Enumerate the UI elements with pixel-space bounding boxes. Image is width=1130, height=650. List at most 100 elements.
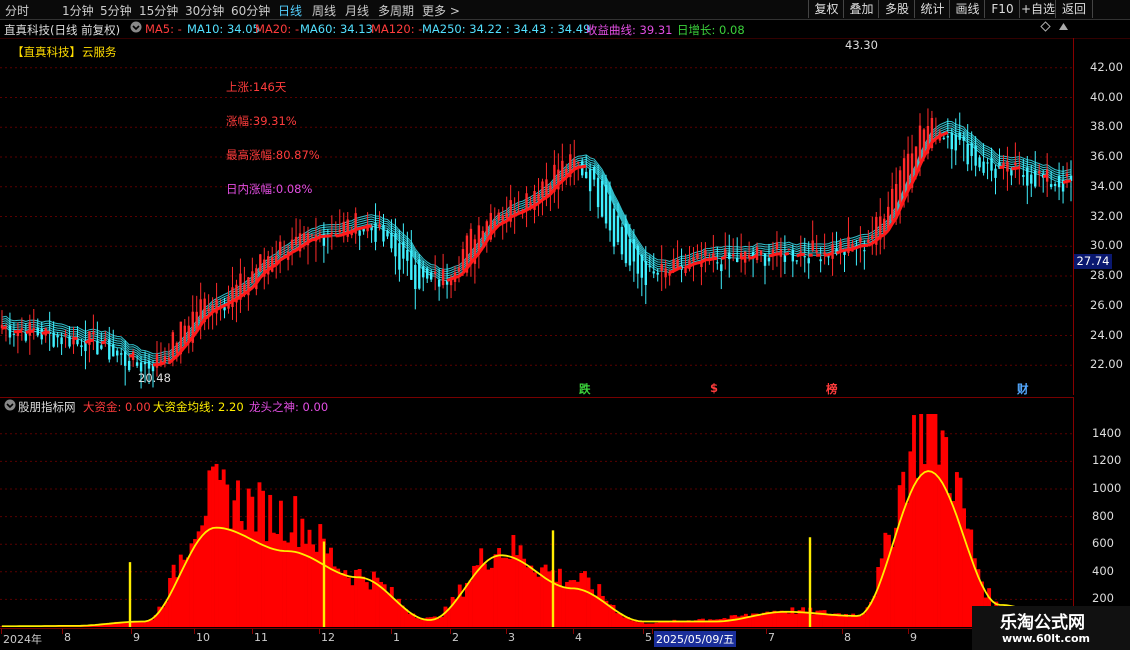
button-diejia[interactable]: 叠加 xyxy=(843,0,879,18)
candle-body xyxy=(80,345,83,348)
period-5min[interactable]: 5分钟 xyxy=(100,2,132,19)
candle-body xyxy=(958,132,961,140)
period-60min[interactable]: 60分钟 xyxy=(231,2,270,19)
period-weekly[interactable]: 周线 xyxy=(312,2,336,19)
diamond-icon[interactable] xyxy=(1040,21,1051,35)
period-daily[interactable]: 日线 xyxy=(278,2,302,19)
candle-body xyxy=(676,259,679,268)
price-tick-label: 38.00 xyxy=(1090,119,1123,134)
candle-body xyxy=(704,250,707,256)
big-fund-bar xyxy=(207,470,212,627)
ma5-value: MA5: - xyxy=(145,22,182,36)
big-fund-avg-value: 大资金均线: 2.20 xyxy=(153,400,244,414)
candle-body xyxy=(290,239,294,250)
marker-bang[interactable]: 榜 xyxy=(826,381,838,397)
candle-body xyxy=(672,259,675,270)
candle-body xyxy=(108,339,111,360)
candle-body xyxy=(660,264,663,271)
candle-body xyxy=(457,267,461,272)
marker-die[interactable]: 跌 xyxy=(579,381,591,397)
big-fund-bar xyxy=(940,430,945,627)
period-multi[interactable]: 多周期 xyxy=(378,2,414,19)
candle-body xyxy=(962,136,965,141)
candle-body xyxy=(330,232,334,235)
candle-body xyxy=(12,333,16,335)
ma-rising-segment xyxy=(1,131,1072,367)
indicator-name[interactable]: 股朋指标网 xyxy=(18,399,76,415)
big-fund-bar xyxy=(264,541,269,627)
candle-body xyxy=(887,206,890,229)
period-15min[interactable]: 15分钟 xyxy=(139,2,178,19)
big-fund-bar xyxy=(228,528,233,627)
big-fund-bar xyxy=(768,612,773,627)
candle-body xyxy=(692,257,695,262)
big-fund-bar xyxy=(218,479,223,627)
price-chart[interactable] xyxy=(0,38,1073,395)
candle-body xyxy=(120,353,123,355)
big-fund-bar xyxy=(586,577,591,627)
candle-body xyxy=(648,266,651,268)
candle-body xyxy=(819,259,822,262)
big-fund-bar xyxy=(718,619,723,627)
candle-body xyxy=(171,332,175,357)
marker-dollar[interactable]: $ xyxy=(710,381,718,395)
indicator-tick-label: 600 xyxy=(1092,536,1114,551)
button-add-favorite[interactable]: +自选 xyxy=(1019,0,1056,18)
cloud-service-link[interactable]: 云服务 xyxy=(82,44,117,60)
big-fund-bar xyxy=(937,464,941,627)
candle-body xyxy=(1049,184,1053,187)
candle-body xyxy=(1014,162,1017,166)
big-fund-bar xyxy=(497,548,502,627)
big-fund-bar xyxy=(668,622,673,627)
indicator-tick-label: 1200 xyxy=(1092,453,1122,468)
low-price-label: 20.48 xyxy=(138,371,171,385)
big-fund-bar xyxy=(597,584,602,627)
candle-body xyxy=(338,229,341,233)
cloud-stock-name[interactable]: 【直真科技】 xyxy=(12,44,81,60)
candle-body xyxy=(1030,174,1033,184)
settings-toggle-icon[interactable] xyxy=(130,21,142,36)
candle-body xyxy=(978,157,981,168)
button-f10[interactable]: F10 xyxy=(984,0,1020,18)
candle-body xyxy=(990,158,993,171)
big-fund-bar xyxy=(794,613,798,627)
big-fund-bar xyxy=(418,619,423,627)
button-back[interactable]: 返回 xyxy=(1055,0,1093,18)
date-tick xyxy=(319,629,320,634)
period-more[interactable]: 更多 > xyxy=(422,2,460,19)
indicator-toggle-icon[interactable] xyxy=(4,399,16,414)
big-fund-bar xyxy=(908,451,913,627)
candle-body xyxy=(783,255,787,262)
button-duogu[interactable]: 多股 xyxy=(878,0,915,18)
period-1min[interactable]: 1分钟 xyxy=(62,2,94,19)
big-fund-bar xyxy=(582,571,587,627)
button-tongji[interactable]: 统计 xyxy=(914,0,950,18)
candle-body xyxy=(1034,170,1037,187)
button-fuquan[interactable]: 复权 xyxy=(808,0,844,18)
big-fund-bar xyxy=(493,554,498,627)
candle-body xyxy=(787,249,791,251)
big-fund-bar xyxy=(464,582,469,627)
period-30min[interactable]: 30分钟 xyxy=(185,2,224,19)
candle-body xyxy=(505,213,508,219)
big-fund-bar xyxy=(371,571,376,627)
triangle-up-icon[interactable] xyxy=(1058,21,1069,35)
marker-cai[interactable]: 财 xyxy=(1017,381,1029,397)
big-fund-bar xyxy=(779,610,784,627)
date-label: 4 xyxy=(575,631,582,644)
big-fund-bar xyxy=(232,500,237,627)
candle-body xyxy=(664,268,667,278)
big-fund-bar xyxy=(733,615,738,627)
period-monthly[interactable]: 月线 xyxy=(345,2,369,19)
period-fenshi[interactable]: 分时 xyxy=(5,2,29,19)
indicator-chart[interactable] xyxy=(0,414,1073,627)
candle-body xyxy=(100,345,103,349)
button-huaxian[interactable]: 画线 xyxy=(949,0,985,18)
candle-body xyxy=(827,256,830,258)
candle-body xyxy=(422,266,425,278)
big-fund-bar xyxy=(532,572,537,627)
big-fund-bar xyxy=(522,558,527,627)
big-fund-bar xyxy=(879,558,884,627)
big-fund-bar xyxy=(243,529,248,627)
candle-body xyxy=(859,237,862,243)
